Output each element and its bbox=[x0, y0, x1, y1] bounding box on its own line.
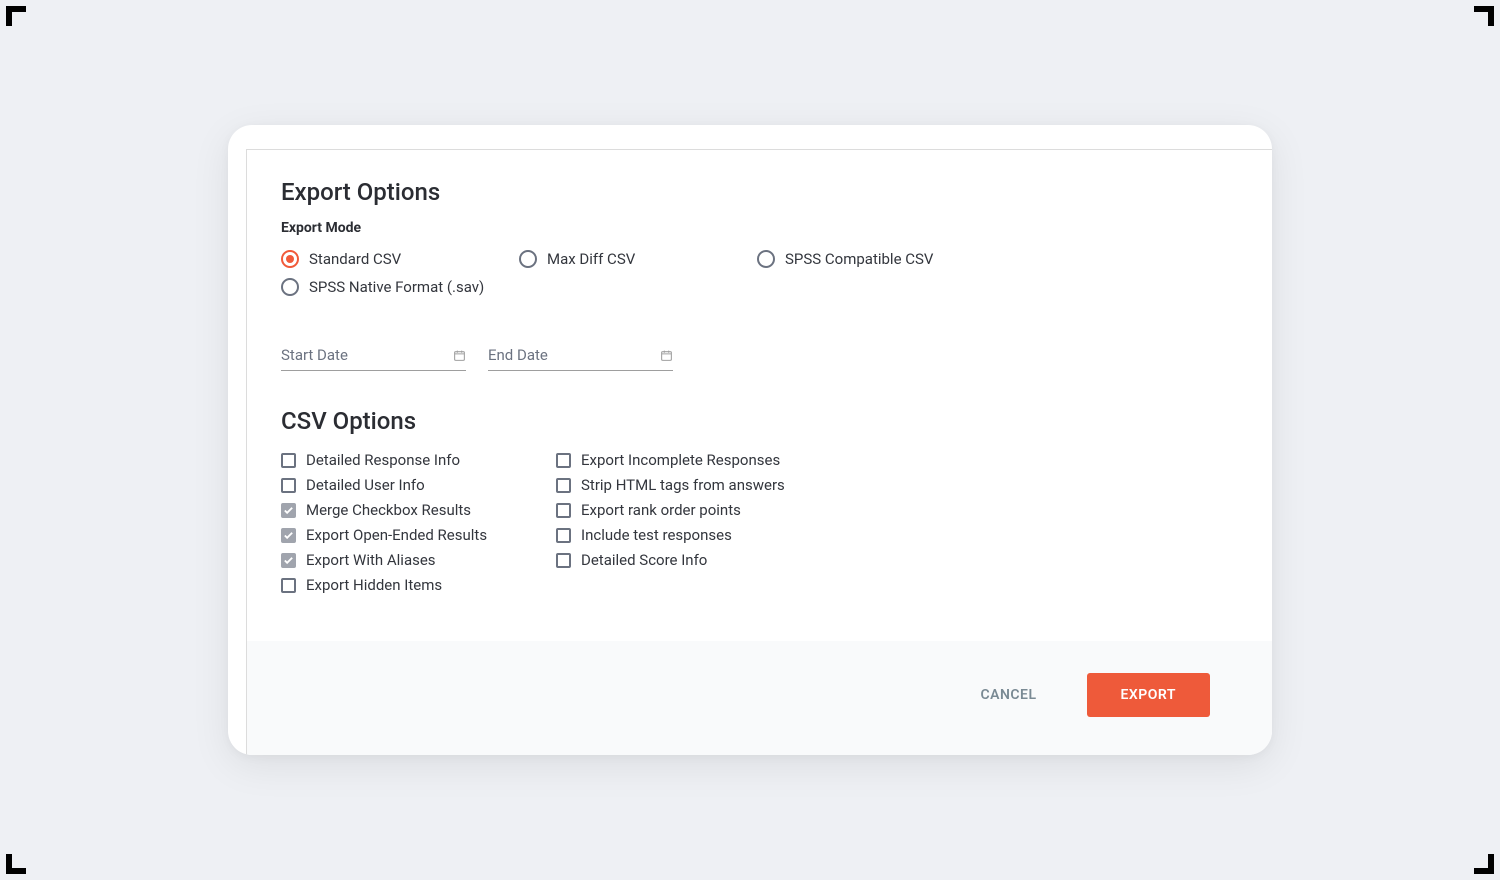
checkbox-icon bbox=[556, 478, 571, 493]
radio-spss-native-format[interactable]: SPSS Native Format (.sav) bbox=[281, 278, 519, 296]
dialog-content: Export Options Export Mode Standard CSV … bbox=[247, 150, 1272, 641]
start-date-field[interactable] bbox=[281, 346, 466, 371]
checkbox-icon bbox=[556, 503, 571, 518]
end-date-input[interactable] bbox=[488, 346, 660, 364]
check-detailed-score-info[interactable]: Detailed Score Info bbox=[556, 551, 811, 569]
check-export-with-aliases[interactable]: Export With Aliases bbox=[281, 551, 536, 569]
export-mode-group: Standard CSV Max Diff CSV SPSS Compatibl… bbox=[281, 250, 1232, 306]
calendar-icon bbox=[453, 349, 466, 362]
checkbox-label: Export Open-Ended Results bbox=[306, 526, 487, 544]
check-export-rank-order-points[interactable]: Export rank order points bbox=[556, 501, 811, 519]
checkbox-icon bbox=[281, 503, 296, 518]
radio-icon bbox=[281, 250, 299, 268]
radio-label: SPSS Native Format (.sav) bbox=[309, 278, 484, 296]
checkbox-icon bbox=[556, 528, 571, 543]
checkbox-label: Export Hidden Items bbox=[306, 576, 442, 594]
checkbox-label: Export Incomplete Responses bbox=[581, 451, 780, 469]
export-button[interactable]: EXPORT bbox=[1087, 673, 1210, 717]
checkbox-label: Merge Checkbox Results bbox=[306, 501, 471, 519]
check-include-test-responses[interactable]: Include test responses bbox=[556, 526, 811, 544]
cancel-button[interactable]: CANCEL bbox=[981, 687, 1037, 703]
checkbox-label: Strip HTML tags from answers bbox=[581, 476, 785, 494]
radio-label: Standard CSV bbox=[309, 250, 401, 268]
checkbox-label: Detailed Score Info bbox=[581, 551, 707, 569]
dialog-footer: CANCEL EXPORT bbox=[247, 641, 1272, 755]
radio-icon bbox=[519, 250, 537, 268]
check-merge-checkbox-results[interactable]: Merge Checkbox Results bbox=[281, 501, 536, 519]
checkbox-label: Detailed User Info bbox=[306, 476, 425, 494]
check-detailed-user-info[interactable]: Detailed User Info bbox=[281, 476, 536, 494]
checkbox-icon bbox=[556, 453, 571, 468]
checkbox-icon bbox=[281, 453, 296, 468]
checkbox-label: Export rank order points bbox=[581, 501, 741, 519]
check-strip-html-tags[interactable]: Strip HTML tags from answers bbox=[556, 476, 811, 494]
checkbox-icon bbox=[281, 528, 296, 543]
radio-label: Max Diff CSV bbox=[547, 250, 635, 268]
checkbox-icon bbox=[281, 553, 296, 568]
checkbox-label: Export With Aliases bbox=[306, 551, 436, 569]
checkbox-icon bbox=[556, 553, 571, 568]
end-date-field[interactable] bbox=[488, 346, 673, 371]
check-export-hidden-items[interactable]: Export Hidden Items bbox=[281, 576, 536, 594]
radio-icon bbox=[281, 278, 299, 296]
export-mode-label: Export Mode bbox=[281, 220, 1232, 236]
checkbox-label: Include test responses bbox=[581, 526, 732, 544]
export-options-title: Export Options bbox=[281, 178, 1232, 206]
start-date-input[interactable] bbox=[281, 346, 453, 364]
date-range-row bbox=[281, 346, 1232, 371]
checkbox-icon bbox=[281, 478, 296, 493]
checkbox-icon bbox=[281, 578, 296, 593]
check-export-open-ended-results[interactable]: Export Open-Ended Results bbox=[281, 526, 536, 544]
radio-max-diff-csv[interactable]: Max Diff CSV bbox=[519, 250, 757, 268]
calendar-icon bbox=[660, 349, 673, 362]
dialog-inner: Export Options Export Mode Standard CSV … bbox=[246, 149, 1272, 755]
radio-spss-compatible-csv[interactable]: SPSS Compatible CSV bbox=[757, 250, 995, 268]
csv-options-left-col: Detailed Response Info Detailed User Inf… bbox=[281, 451, 536, 601]
csv-options-title: CSV Options bbox=[281, 407, 1232, 435]
check-export-incomplete-responses[interactable]: Export Incomplete Responses bbox=[556, 451, 811, 469]
radio-icon bbox=[757, 250, 775, 268]
radio-label: SPSS Compatible CSV bbox=[785, 250, 933, 268]
radio-standard-csv[interactable]: Standard CSV bbox=[281, 250, 519, 268]
check-detailed-response-info[interactable]: Detailed Response Info bbox=[281, 451, 536, 469]
checkbox-label: Detailed Response Info bbox=[306, 451, 460, 469]
csv-options-columns: Detailed Response Info Detailed User Inf… bbox=[281, 451, 1232, 601]
csv-options-right-col: Export Incomplete Responses Strip HTML t… bbox=[556, 451, 811, 601]
export-dialog: Export Options Export Mode Standard CSV … bbox=[228, 125, 1272, 755]
